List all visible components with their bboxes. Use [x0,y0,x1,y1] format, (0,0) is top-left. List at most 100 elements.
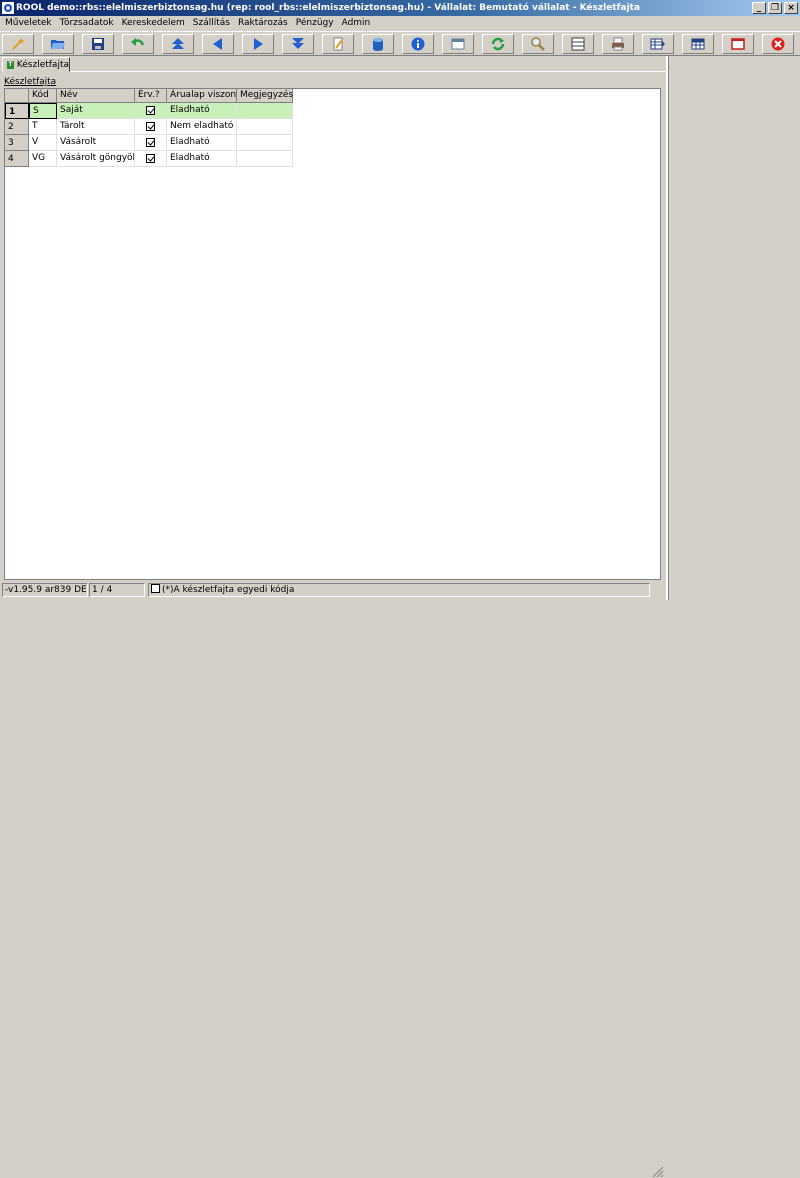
cell-arualap[interactable]: Eladható [167,103,237,119]
column-header-nev[interactable]: Név [57,89,135,103]
close-circle-button[interactable] [762,34,794,54]
cell-erv[interactable] [135,103,167,119]
cell-nev[interactable]: Vásárolt göngyöleg [57,151,135,167]
close-window-button[interactable]: × [784,2,798,14]
grid-view-icon [571,37,585,51]
cell-arualap[interactable]: Eladható [167,151,237,167]
menu-raktarozas[interactable]: Raktározás [233,16,291,31]
tab-strip: T Készletfajta [0,56,667,72]
open-folder-button[interactable] [42,34,74,54]
table-settings-button[interactable] [682,34,714,54]
hint-checkbox [151,584,160,593]
grid-corner [5,89,29,103]
cell-megjegyzes[interactable] [237,135,293,151]
cell-megjegyzes[interactable] [237,119,293,135]
row-number[interactable]: 3 [5,135,29,151]
save-disk-button[interactable] [82,34,114,54]
menu-penzugy[interactable]: Pénzügy [291,16,337,31]
cell-kod[interactable]: S [29,103,57,119]
table-export-button[interactable] [642,34,674,54]
print-button[interactable] [602,34,634,54]
cell-erv[interactable] [135,135,167,151]
window-icon [731,38,745,50]
undo-arrow-button[interactable] [122,34,154,54]
close-circle-icon [771,37,785,51]
form-view-icon [451,38,465,50]
toolbar [0,31,800,56]
valid-checkbox[interactable] [146,154,155,163]
database-button[interactable] [362,34,394,54]
refresh-button[interactable] [482,34,514,54]
open-folder-icon [51,40,65,49]
magic-wand-button[interactable] [2,34,34,54]
column-header-erv[interactable]: Érv.? [135,89,167,103]
data-grid[interactable]: Kód Név Érv.? Árualap viszony Megjegyzés… [4,88,661,580]
window-title: ROOL demo::rbs::elelmiszerbiztonsag.hu (… [16,3,641,13]
next-record-button[interactable] [242,34,274,54]
cell-kod[interactable]: T [29,119,57,135]
cell-kod[interactable]: V [29,135,57,151]
tab-keszletfajta[interactable]: T Készletfajta [2,57,70,72]
cell-nev[interactable]: Saját [57,103,135,119]
search-icon [531,37,545,51]
cell-arualap[interactable]: Nem eladható [167,119,237,135]
database-icon [373,38,383,51]
table-export-icon [650,38,665,50]
menu-admin[interactable]: Admin [337,16,374,31]
valid-checkbox[interactable] [146,138,155,147]
right-panel [668,56,800,600]
last-record-icon [292,38,304,49]
table-icon: T [7,60,14,69]
column-header-kod[interactable]: Kód [29,89,57,103]
cell-arualap[interactable]: Eladható [167,135,237,151]
row-number[interactable]: 1 [5,103,29,119]
field-hint: (*)A készletfajta egyedi kódja [148,583,650,597]
info-icon [411,37,425,51]
grid-view-button[interactable] [562,34,594,54]
valid-checkbox[interactable] [146,106,155,115]
status-bar: -v1.95.9 ar839 DEMO 1 / 4 (*)A készletfa… [0,580,667,1178]
valid-checkbox[interactable] [146,122,155,131]
cell-nev[interactable]: Tárolt [57,119,135,135]
table-settings-icon [691,38,705,50]
undo-arrow-icon [131,38,145,46]
last-record-button[interactable] [282,34,314,54]
title-bar: ROOL demo::rbs::elelmiszerbiztonsag.hu (… [0,0,800,16]
minimize-button[interactable]: _ [752,2,766,14]
previous-record-button[interactable] [202,34,234,54]
tab-divider [70,71,667,72]
refresh-icon [491,37,505,51]
save-disk-icon [92,38,104,50]
row-number[interactable]: 2 [5,119,29,135]
first-record-icon [172,38,184,49]
cell-nev[interactable]: Vásárolt [57,135,135,151]
cell-erv[interactable] [135,151,167,167]
cell-megjegyzes[interactable] [237,103,293,119]
cell-megjegyzes[interactable] [237,151,293,167]
previous-record-icon [213,38,222,50]
hint-text: (*)A készletfajta egyedi kódja [162,585,295,595]
edit-pencil-icon [333,37,343,51]
row-number[interactable]: 4 [5,151,29,167]
magic-wand-icon [12,38,24,50]
window-button[interactable] [722,34,754,54]
grid-caption: Készletfajta [4,77,57,87]
menu-torzsadatok[interactable]: Törzsadatok [55,16,117,31]
record-position: 1 / 4 [89,583,145,597]
menu-bar: Műveletek Törzsadatok Kereskedelem Száll… [0,16,800,31]
restore-button[interactable]: ❐ [768,2,782,14]
cell-erv[interactable] [135,119,167,135]
form-view-button[interactable] [442,34,474,54]
info-button[interactable] [402,34,434,54]
resize-grip-icon[interactable] [650,1164,664,1178]
column-header-megjegyzes[interactable]: Megjegyzés [237,89,293,103]
version-label: -v1.95.9 ar839 DEMO [2,583,88,597]
menu-muveletek[interactable]: Műveletek [0,16,55,31]
menu-kereskedelem[interactable]: Kereskedelem [117,16,188,31]
cell-kod[interactable]: VG [29,151,57,167]
first-record-button[interactable] [162,34,194,54]
edit-pencil-button[interactable] [322,34,354,54]
menu-szallitas[interactable]: Szállítás [188,16,233,31]
column-header-arualap[interactable]: Árualap viszony [167,89,241,103]
search-button[interactable] [522,34,554,54]
